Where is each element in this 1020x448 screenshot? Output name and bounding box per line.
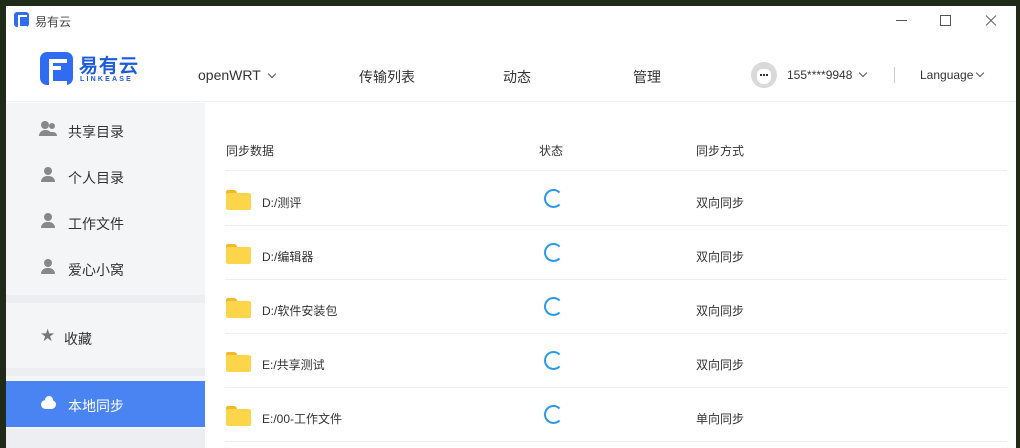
- sidebar-item-shared[interactable]: 共享目录: [6, 108, 205, 152]
- app-window: 易有云 易有云 LINKEASE openWRT 传输列表 动态 管理 155*…: [6, 6, 1016, 448]
- minimize-button[interactable]: [886, 10, 916, 30]
- chevron-down-icon: [859, 68, 868, 78]
- title-bar: 易有云: [6, 6, 1016, 34]
- sync-folder-path: D:/软件安装包: [262, 304, 338, 318]
- sync-mode: 双向同步: [696, 358, 745, 372]
- brand-logo[interactable]: 易有云 LINKEASE: [40, 51, 140, 87]
- table-row[interactable]: D:/编辑器 双向同步: [225, 226, 1007, 280]
- sync-mode: 单向同步: [696, 412, 745, 426]
- sidebar-item-label: 个人目录: [68, 170, 124, 186]
- syncing-spinner-icon: [544, 297, 563, 316]
- sync-mode: 双向同步: [696, 250, 745, 264]
- user-icon: [40, 167, 56, 183]
- brand-subtitle: LINKEASE: [80, 76, 133, 83]
- table-header: 同步数据 状态 同步方式: [225, 103, 1007, 171]
- brand-name: 易有云: [79, 56, 140, 77]
- top-navigation: 易有云 LINKEASE openWRT 传输列表 动态 管理 155****9…: [6, 34, 1016, 102]
- folder-icon: [226, 298, 251, 318]
- folder-icon: [226, 352, 251, 372]
- sidebar-item-label: 共享目录: [68, 124, 124, 140]
- chevron-down-icon: [267, 69, 277, 79]
- sidebar-item-love-nest[interactable]: 爱心小窝: [6, 246, 205, 290]
- language-label: Language: [920, 68, 974, 82]
- sync-mode: 双向同步: [696, 196, 745, 210]
- linkease-logo-icon: [40, 52, 73, 85]
- users-icon: [39, 121, 56, 137]
- language-selector[interactable]: Language: [920, 68, 985, 82]
- sync-folder-path: D:/编辑器: [262, 250, 314, 264]
- user-icon: [40, 213, 56, 229]
- sidebar-item-personal[interactable]: 个人目录: [6, 154, 205, 198]
- sidebar-item-local-sync[interactable]: 本地同步: [6, 381, 205, 427]
- sync-folder-path: E:/共享测试: [262, 358, 325, 372]
- chevron-down-icon: [976, 68, 985, 78]
- sidebar-item-label: 收藏: [64, 331, 92, 347]
- window-title: 易有云: [35, 15, 72, 29]
- divider: [894, 67, 895, 83]
- maximize-button[interactable]: [930, 10, 960, 30]
- sidebar-divider: [6, 368, 205, 376]
- sidebar-item-label: 爱心小窝: [68, 262, 124, 278]
- app-logo-icon: [14, 12, 29, 28]
- cloud-icon: [40, 396, 56, 412]
- sync-folder-path: E:/00-工作文件: [262, 412, 343, 426]
- sidebar-divider: [6, 295, 205, 303]
- column-header-sync-mode: 同步方式: [696, 144, 745, 158]
- sidebar-item-work-files[interactable]: 工作文件: [6, 200, 205, 244]
- folder-icon: [226, 244, 251, 264]
- folder-icon: [226, 190, 251, 210]
- table-row[interactable]: D:/软件安装包 双向同步: [225, 280, 1007, 334]
- sidebar-divider: [6, 429, 205, 448]
- sync-folder-path: D:/测评: [262, 196, 302, 210]
- table-row[interactable]: E:/00-工作文件 单向同步: [225, 388, 1007, 442]
- device-name: openWRT: [198, 67, 261, 83]
- sidebar-item-favorites[interactable]: ★ 收藏: [6, 315, 205, 359]
- user-account: 155****9948: [787, 68, 853, 82]
- nav-activity[interactable]: 动态: [503, 67, 531, 87]
- folder-icon: [226, 406, 251, 426]
- syncing-spinner-icon: [544, 351, 563, 370]
- sync-list: 同步数据 状态 同步方式 D:/测评 双向同步 D:/编辑器 双向同步 D:/软…: [205, 103, 1016, 448]
- star-icon: ★: [40, 326, 56, 345]
- sidebar-item-label: 工作文件: [68, 216, 124, 232]
- syncing-spinner-icon: [544, 405, 563, 424]
- syncing-spinner-icon: [544, 243, 563, 262]
- user-menu[interactable]: 155****9948: [787, 68, 868, 82]
- syncing-spinner-icon: [544, 189, 563, 208]
- column-header-status: 状态: [539, 144, 564, 158]
- device-selector[interactable]: openWRT: [198, 67, 277, 83]
- sidebar: 共享目录 个人目录 工作文件 爱心小窝 ★ 收藏 本地同步: [6, 103, 205, 448]
- avatar[interactable]: [751, 62, 777, 88]
- table-row[interactable]: E:/共享测试 双向同步: [225, 334, 1007, 388]
- sidebar-item-label: 本地同步: [68, 398, 124, 414]
- sync-mode: 双向同步: [696, 304, 745, 318]
- table-row[interactable]: D:/测评 双向同步: [225, 172, 1007, 226]
- column-header-sync-data: 同步数据: [226, 144, 275, 158]
- nav-manage[interactable]: 管理: [633, 67, 661, 87]
- close-button[interactable]: [976, 10, 1006, 30]
- nav-transfer-list[interactable]: 传输列表: [359, 67, 415, 87]
- user-icon: [40, 259, 56, 275]
